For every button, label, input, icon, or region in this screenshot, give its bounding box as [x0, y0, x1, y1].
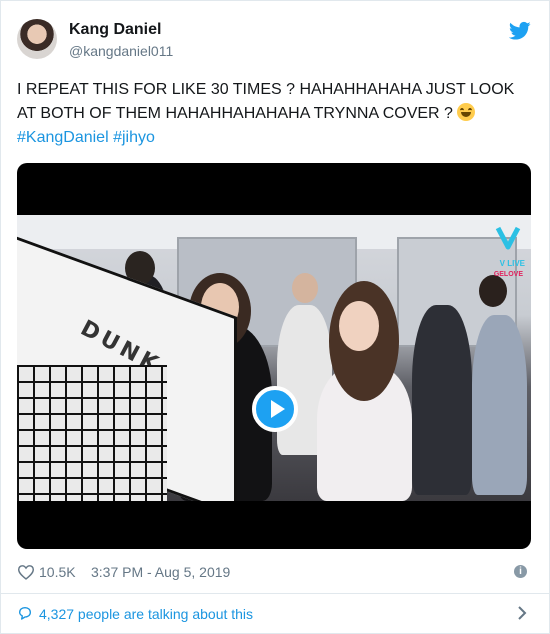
author-name[interactable]: Kang Daniel — [69, 21, 161, 39]
tweet-card: Kang Daniel @kangdaniel011 I REPEAT THIS… — [0, 0, 550, 634]
tweet-text: I REPEAT THIS FOR LIKE 30 TIMES ? HAHAHH… — [17, 78, 517, 150]
like-count[interactable]: 10.5K — [39, 564, 76, 580]
scene-grid-panel — [17, 365, 167, 501]
divider — [1, 593, 550, 594]
comment-bubble-icon — [19, 607, 31, 620]
chevron-right-icon — [518, 606, 527, 620]
hashtag-kangdaniel[interactable]: #KangDaniel — [17, 129, 109, 146]
tweet-timestamp[interactable]: 3:37 PM - Aug 5, 2019 — [91, 564, 230, 580]
author-handle[interactable]: @kangdaniel011 — [69, 43, 173, 59]
conversation-link[interactable]: 4,327 people are talking about this — [17, 604, 531, 626]
tweet-header: Kang Daniel @kangdaniel011 — [17, 19, 533, 65]
video-player[interactable]: DUNK V LIVE GELOVE — [17, 163, 531, 549]
vlive-logo-icon — [495, 226, 521, 250]
conversation-text: 4,327 people are talking about this — [39, 606, 254, 622]
avatar[interactable] — [17, 19, 57, 59]
scene-person-bg-4 — [472, 315, 527, 495]
scene-woman-right-face — [339, 301, 379, 351]
scene-head-bg-2 — [292, 273, 318, 303]
laughing-emoji-icon — [457, 103, 476, 121]
twitter-bird-icon[interactable] — [509, 21, 531, 41]
scene-person-bg-3 — [412, 305, 472, 495]
play-icon[interactable] — [252, 386, 298, 432]
video-frame: DUNK V LIVE GELOVE — [17, 215, 531, 501]
info-icon[interactable]: i — [514, 565, 527, 578]
corner-watermark: GELOVE — [493, 271, 523, 278]
vlive-watermark: V LIVE — [499, 259, 525, 268]
tweet-body: I REPEAT THIS FOR LIKE 30 TIMES ? HAHAHH… — [17, 81, 515, 122]
scene-head-bg-4 — [479, 275, 507, 307]
tweet-meta: 10.5K 3:37 PM - Aug 5, 2019 i — [17, 563, 531, 583]
hashtag-jihyo[interactable]: #jihyo — [113, 129, 155, 146]
heart-icon[interactable] — [17, 564, 35, 580]
